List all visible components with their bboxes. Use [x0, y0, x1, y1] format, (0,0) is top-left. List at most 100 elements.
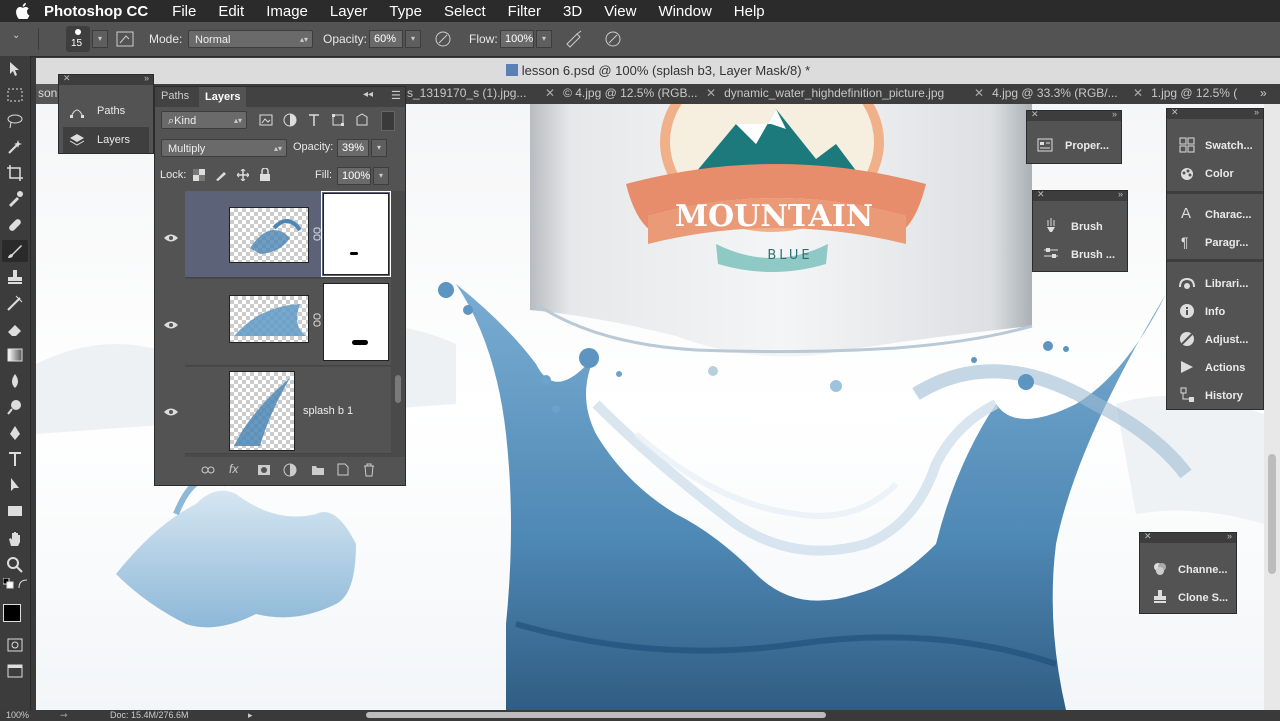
- apple-icon[interactable]: [16, 3, 32, 19]
- new-layer-icon[interactable]: [337, 463, 349, 476]
- menu-file[interactable]: File: [172, 3, 196, 20]
- close-tab-icon[interactable]: ✕: [1133, 86, 1143, 100]
- color-icon[interactable]: [1179, 165, 1195, 181]
- lock-position-icon[interactable]: [237, 169, 249, 181]
- brush-preset-picker[interactable]: 15: [66, 26, 90, 52]
- history-brush-tool-icon[interactable]: [6, 294, 24, 312]
- actions-icon[interactable]: [1179, 359, 1195, 375]
- tab-5[interactable]: ✕ 1.jpg @ 12.5% (: [1133, 84, 1237, 104]
- color-label[interactable]: Color: [1205, 168, 1234, 180]
- brush-icon[interactable]: [1043, 217, 1059, 233]
- vertical-scroll-thumb[interactable]: [1268, 454, 1276, 574]
- app-menu[interactable]: Photoshop CC: [44, 3, 148, 20]
- opacity-input[interactable]: 60%: [369, 30, 403, 48]
- properties-icon[interactable]: [1037, 137, 1053, 153]
- adjustments-label[interactable]: Adjust...: [1205, 334, 1248, 346]
- swatches-label[interactable]: Swatch...: [1205, 140, 1253, 152]
- panel-item-layers[interactable]: Layers: [63, 127, 149, 153]
- mode-select[interactable]: Normal ▴▾: [188, 30, 313, 48]
- panel-menu-icon[interactable]: ☰: [391, 89, 401, 102]
- flow-slider-arrow[interactable]: ▾: [536, 30, 552, 48]
- layer-opacity-input[interactable]: 39%: [337, 139, 369, 157]
- dodge-tool-icon[interactable]: [6, 398, 24, 416]
- filter-smart-object-icon[interactable]: [355, 113, 369, 127]
- panel-item-paths[interactable]: Paths: [63, 99, 149, 125]
- menu-filter[interactable]: Filter: [508, 3, 541, 20]
- default-colors-icon[interactable]: [3, 578, 15, 590]
- new-group-icon[interactable]: [311, 464, 325, 476]
- type-tool-icon[interactable]: [6, 450, 24, 468]
- info-icon[interactable]: [1179, 303, 1195, 319]
- menu-window[interactable]: Window: [658, 3, 711, 20]
- pen-tool-icon[interactable]: [6, 424, 24, 442]
- lasso-tool-icon[interactable]: [6, 112, 24, 130]
- filter-pixel-icon[interactable]: [259, 113, 273, 127]
- layer-mask-thumbnail[interactable]: [321, 191, 391, 277]
- path-selection-tool-icon[interactable]: [6, 476, 24, 494]
- rectangle-tool-icon[interactable]: [6, 502, 24, 520]
- marquee-tool-icon[interactable]: [6, 86, 24, 104]
- character-icon[interactable]: A: [1181, 205, 1191, 222]
- channels-icon[interactable]: [1152, 561, 1168, 577]
- actions-label[interactable]: Actions: [1205, 362, 1245, 374]
- menu-type[interactable]: Type: [389, 3, 422, 20]
- tab-layers[interactable]: Layers: [199, 87, 247, 107]
- channels-label[interactable]: Channe...: [1178, 564, 1228, 576]
- visibility-eye-icon[interactable]: [164, 233, 178, 243]
- gradient-tool-icon[interactable]: [6, 346, 24, 364]
- quick-mask-icon[interactable]: [6, 636, 24, 654]
- quick-selection-tool-icon[interactable]: [6, 138, 24, 156]
- tab-paths[interactable]: Paths: [161, 90, 189, 102]
- lock-transparent-icon[interactable]: [193, 169, 205, 181]
- vertical-scrollbar[interactable]: [1264, 104, 1280, 710]
- clone-stamp-tool-icon[interactable]: [6, 268, 24, 286]
- visibility-eye-icon[interactable]: [164, 407, 178, 417]
- layer-row[interactable]: [185, 191, 391, 278]
- layer-style-fx-icon[interactable]: fx: [229, 462, 238, 476]
- fill-input[interactable]: 100%: [337, 167, 371, 185]
- paragraph-label[interactable]: Paragr...: [1205, 237, 1248, 249]
- close-tab-icon[interactable]: ✕: [974, 86, 984, 100]
- hand-tool-icon[interactable]: [6, 530, 24, 548]
- tab-3[interactable]: ✕ dynamic_water_highdefinition_picture.jp…: [706, 84, 944, 104]
- brush-tool-active[interactable]: [2, 240, 28, 262]
- opacity-slider-arrow[interactable]: ▾: [405, 30, 421, 48]
- layer-opacity-arrow[interactable]: ▾: [371, 139, 387, 157]
- pressure-opacity-icon[interactable]: [434, 30, 452, 48]
- visibility-eye-icon[interactable]: [164, 320, 178, 330]
- status-arrow-icon[interactable]: ▸: [248, 710, 253, 721]
- layer-mask-thumbnail[interactable]: [323, 283, 389, 361]
- mask-link-icon[interactable]: [313, 227, 321, 241]
- brush-presets-icon[interactable]: [1043, 245, 1059, 261]
- brush-label[interactable]: Brush: [1071, 221, 1103, 233]
- add-mask-icon[interactable]: [257, 464, 271, 476]
- eyedropper-tool-icon[interactable]: [6, 190, 24, 208]
- expand-panel-icon[interactable]: »: [1254, 107, 1259, 117]
- close-panel-icon[interactable]: ✕: [1031, 109, 1039, 120]
- zoom-tool-icon[interactable]: [6, 556, 24, 574]
- blur-tool-icon[interactable]: [6, 372, 24, 390]
- collapse-panel-icon[interactable]: ◂◂: [363, 89, 373, 100]
- tab-2[interactable]: ✕ © 4.jpg @ 12.5% (RGB...: [545, 84, 697, 104]
- clone-source-icon[interactable]: [1152, 589, 1168, 605]
- lock-pixels-icon[interactable]: [215, 169, 227, 181]
- healing-brush-tool-icon[interactable]: [6, 216, 24, 234]
- paragraph-icon[interactable]: ¶: [1181, 234, 1189, 250]
- link-layers-icon[interactable]: [201, 464, 215, 476]
- flow-input[interactable]: 100%: [500, 30, 534, 48]
- close-panel-icon[interactable]: ✕: [1171, 107, 1179, 118]
- crop-tool-icon[interactable]: [6, 164, 24, 182]
- filter-toggle-switch[interactable]: [381, 111, 395, 131]
- menu-edit[interactable]: Edit: [218, 3, 244, 20]
- tool-preset-icon[interactable]: ⌄: [12, 30, 20, 41]
- menu-view[interactable]: View: [604, 3, 636, 20]
- close-panel-icon[interactable]: ✕: [1037, 189, 1045, 200]
- menu-image[interactable]: Image: [266, 3, 308, 20]
- tab-1[interactable]: s_1319170_s (1).jpg...: [407, 84, 526, 104]
- properties-label[interactable]: Proper...: [1065, 140, 1109, 152]
- history-label[interactable]: History: [1205, 390, 1243, 402]
- mask-link-icon[interactable]: [313, 313, 321, 327]
- layer-row[interactable]: [185, 279, 391, 366]
- swap-colors-icon[interactable]: [17, 578, 29, 590]
- tab-lesson6-fragment[interactable]: son: [36, 84, 58, 104]
